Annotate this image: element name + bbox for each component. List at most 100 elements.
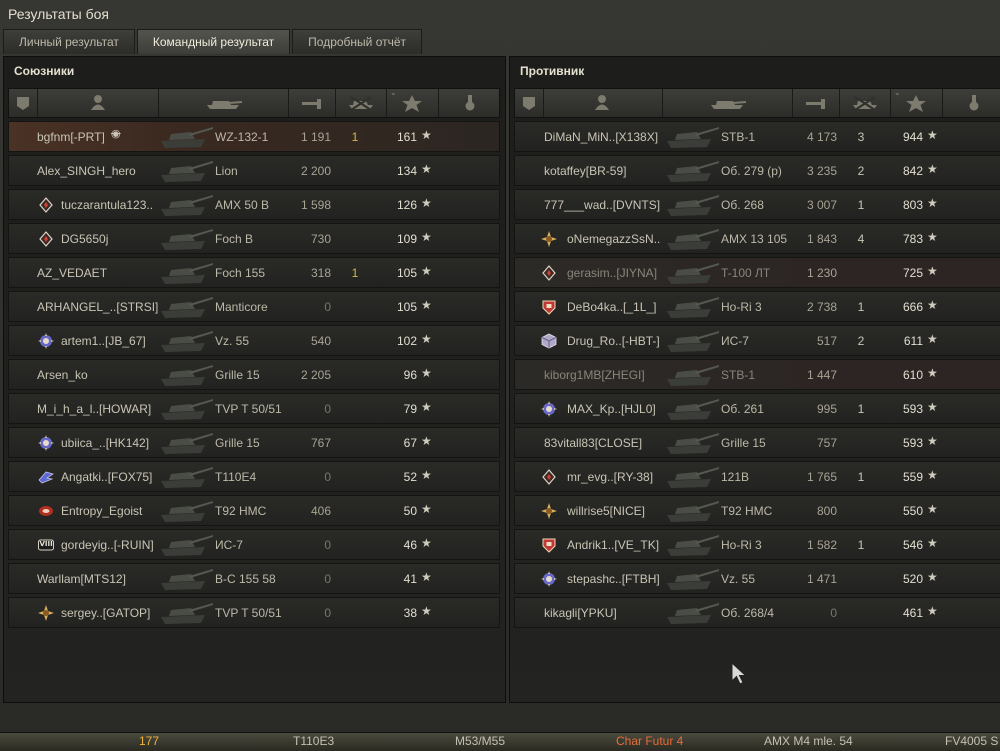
vehicle-name: Lion (215, 164, 238, 178)
player-row[interactable]: Entropy_Egoist T92 HMC 406 50 ★ (8, 495, 500, 526)
player-row[interactable]: gerasim..[JIYNA] T-100 ЛТ 1 230 725 ★ (514, 257, 1000, 288)
experience-star-icon: ★ (927, 434, 938, 448)
column-header-damage[interactable] (288, 89, 336, 117)
player-name[interactable]: oNemegazzSsN.. (567, 232, 660, 246)
column-header-tank[interactable] (662, 89, 793, 117)
column-header-rank[interactable] (515, 89, 544, 117)
column-header-experience[interactable]: ⌄ (890, 88, 943, 117)
player-name[interactable]: Angatki..[FOX75] (61, 470, 152, 484)
carousel-item[interactable]: T110E3 (293, 734, 334, 748)
player-name[interactable]: ARHANGEL_..[STRSI] (37, 300, 158, 314)
player-row[interactable]: mr_evg..[RY-38] 121B 1 765 1 559 ★ (514, 461, 1000, 492)
player-row[interactable]: willrise5[NICE] T92 HMC 800 550 ★ (514, 495, 1000, 526)
player-name[interactable]: DeBo4ka..[_1L_] (567, 300, 656, 314)
player-name[interactable]: M_i_h_a_l..[HOWAR] (37, 402, 151, 416)
damage-value: 730 (310, 232, 331, 246)
player-row[interactable]: ARHANGEL_..[STRSI] Manticore 0 105 ★ (8, 291, 500, 322)
player-row[interactable]: VIII gordeyig..[-RUIN] ИС-7 0 46 ★ (8, 529, 500, 560)
player-row[interactable]: DG5650j Foch B 730 109 ★ (8, 223, 500, 254)
player-name[interactable]: DiMaN_MiN..[X138X] (544, 130, 658, 144)
damage-icon (302, 99, 321, 109)
player-row[interactable]: artem1..[JB_67] Vz. 55 540 102 ★ (8, 325, 500, 356)
player-name[interactable]: Warllam[MTS12] (37, 572, 126, 586)
carousel-item[interactable]: Char Futur 4 (616, 734, 683, 748)
player-name[interactable]: stepashc..[FTBH] (567, 572, 660, 586)
tank-thumbnail-icon (667, 399, 719, 420)
player-name[interactable]: Alex_SINGH_hero (37, 164, 136, 178)
player-name[interactable]: DG5650j (61, 232, 108, 246)
player-name[interactable]: gordeyig..[-RUIN] (61, 538, 154, 552)
player-name[interactable]: Andrik1..[VE_TK] (567, 538, 659, 552)
player-row[interactable]: DiMaN_MiN..[X138X] STB-1 4 173 3 944 ★ (514, 121, 1000, 152)
player-row[interactable]: kotaffey[BR-59] Об. 279 (р) 3 235 2 842 ★ (514, 155, 1000, 186)
carousel-item[interactable]: M53/M55 (455, 734, 505, 748)
kills-value: 1 (857, 538, 865, 552)
player-name[interactable]: MAX_Kp..[HJL0] (567, 402, 656, 416)
player-name[interactable]: AZ_VEDAET (37, 266, 107, 280)
player-name[interactable]: 777___wad..[DVNTS] (544, 198, 660, 212)
column-header-tank[interactable] (158, 89, 289, 117)
player-row[interactable]: kikagli[YPKU] Об. 268/4 0 461 ★ (514, 597, 1000, 628)
experience-value: 46 (403, 538, 417, 552)
player-row[interactable]: Drug_Ro..[-HBT-] ИС-7 517 2 611 ★ (514, 325, 1000, 356)
player-name[interactable]: Entropy_Egoist (61, 504, 142, 518)
player-row[interactable]: Alex_SINGH_hero Lion 2 200 134 ★ (8, 155, 500, 186)
column-header-player[interactable] (541, 89, 663, 117)
player-row[interactable]: Andrik1..[VE_TK] Ho-Ri 3 1 582 1 546 ★ (514, 529, 1000, 560)
player-row[interactable]: ubiica_..[HK142] Grille 15 767 67 ★ (8, 427, 500, 458)
player-row[interactable]: oNemegazzSsN.. AMX 13 105 1 843 4 783 ★ (514, 223, 1000, 254)
player-row[interactable]: stepashc..[FTBH] Vz. 55 1 471 520 ★ (514, 563, 1000, 594)
player-row[interactable]: M_i_h_a_l..[HOWAR] TVP T 50/51 0 79 ★ (8, 393, 500, 424)
player-name[interactable]: bgfnm[-PRT] (37, 130, 105, 144)
player-row[interactable]: MAX_Kp..[HJL0] Об. 261 995 1 593 ★ (514, 393, 1000, 424)
column-header-experience[interactable]: ⌄ (386, 88, 439, 117)
player-row[interactable]: Angatki..[FOX75] T110E4 0 52 ★ (8, 461, 500, 492)
vehicle-carousel-strip[interactable]: 177 T110E3 M53/M55 Char Futur 4 AMX M4 m… (0, 732, 1000, 751)
player-name[interactable]: Arsen_ko (37, 368, 88, 382)
column-header-damage[interactable] (792, 89, 840, 117)
player-row[interactable]: tuczarantula123.. AMX 50 B 1 598 126 ★ (8, 189, 500, 220)
column-header-rank[interactable] (9, 89, 38, 117)
column-header-kills[interactable] (335, 89, 387, 117)
player-name[interactable]: tuczarantula123.. (61, 198, 153, 212)
player-row[interactable]: Arsen_ko Grille 15 2 205 96 ★ (8, 359, 500, 390)
column-header-kills[interactable] (839, 89, 891, 117)
player-name[interactable]: gerasim..[JIYNA] (567, 266, 657, 280)
damage-value: 0 (324, 606, 331, 620)
player-row[interactable]: kiborg1MB[ZHEGI] STB-1 1 447 610 ★ (514, 359, 1000, 390)
tab-detailed-report[interactable]: Подробный отчёт (292, 29, 423, 54)
player-row[interactable]: Warllam[MTS12] B-C 155 58 0 41 ★ (8, 563, 500, 594)
player-name[interactable]: kikagli[YPKU] (544, 606, 617, 620)
column-header-player[interactable] (37, 89, 159, 117)
player-row[interactable]: 777___wad..[DVNTS] Об. 268 3 007 1 803 ★ (514, 189, 1000, 220)
player-name[interactable]: mr_evg..[RY-38] (567, 470, 653, 484)
player-name[interactable]: 83vitall83[CLOSE] (544, 436, 642, 450)
carousel-item[interactable]: FV4005 S (945, 734, 998, 748)
player-name[interactable]: sergey..[GATOP] (61, 606, 150, 620)
player-row[interactable]: AZ_VEDAET Foch 155 318 1 105 ★ (8, 257, 500, 288)
allies-list: bgfnm[-PRT] ◉ WZ-132-1 1 191 1 161 ★ Alex_SINGH… (8, 121, 500, 631)
tab-personal-result[interactable]: Личный результат (3, 29, 135, 54)
player-name[interactable]: artem1..[JB_67] (61, 334, 146, 348)
vehicle-name: T92 HMC (721, 504, 773, 518)
kills-value: 4 (857, 232, 865, 246)
column-header-medal[interactable] (438, 89, 502, 117)
player-row[interactable]: DeBo4ka..[_1L_] Ho-Ri 3 2 738 1 666 ★ (514, 291, 1000, 322)
player-name[interactable]: kiborg1MB[ZHEGI] (544, 368, 645, 382)
player-name[interactable]: ubiica_..[HK142] (61, 436, 149, 450)
tank-icon (711, 101, 746, 109)
carousel-item[interactable]: 177 (139, 734, 159, 748)
column-header-medal[interactable] (942, 89, 1000, 117)
player-name[interactable]: Drug_Ro..[-HBT-] (567, 334, 660, 348)
tank-thumbnail-icon (161, 433, 213, 454)
experience-star-icon: ★ (927, 570, 938, 584)
player-row[interactable]: sergey..[GATOP] TVP T 50/51 0 38 ★ (8, 597, 500, 628)
player-name[interactable]: willrise5[NICE] (567, 504, 645, 518)
player-name[interactable]: kotaffey[BR-59] (544, 164, 627, 178)
player-row[interactable]: 83vitall83[CLOSE] Grille 15 757 593 ★ (514, 427, 1000, 458)
carousel-item[interactable]: AMX M4 mle. 54 (764, 734, 853, 748)
player-row[interactable]: bgfnm[-PRT] ◉ WZ-132-1 1 191 1 161 ★ (8, 121, 500, 152)
damage-value: 1 230 (806, 266, 837, 280)
kills-value: 2 (857, 334, 865, 348)
tab-team-result[interactable]: Командный результат (136, 29, 291, 54)
